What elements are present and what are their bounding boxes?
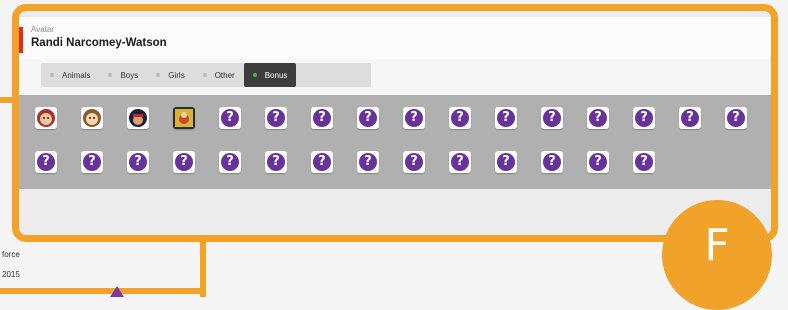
background-text-year: 2015 — [2, 270, 20, 279]
avatar-tile-locked[interactable]: ? — [357, 151, 379, 173]
avatar-tile-unlocked[interactable] — [81, 107, 103, 129]
question-mark-icon: ? — [313, 153, 331, 171]
avatar-category-tabs: Animals Boys Girls Other Bonus — [41, 63, 371, 87]
tab-bonus[interactable]: Bonus — [243, 63, 297, 87]
question-mark-icon: ? — [221, 109, 239, 127]
background-triangle-marker — [110, 286, 124, 297]
tab-dot-icon — [156, 73, 161, 77]
avatar-label: Avatar — [31, 25, 54, 34]
tab-label: Boys — [120, 70, 139, 80]
user-name: Randi Narcomey-Watson — [31, 37, 167, 49]
character-face-icon — [129, 109, 147, 127]
question-mark-icon: ? — [589, 153, 607, 171]
avatar-tile-locked[interactable]: ? — [449, 107, 471, 129]
question-mark-icon: ? — [175, 153, 193, 171]
tab-zone: Animals Boys Girls Other Bonus — [19, 59, 771, 95]
question-mark-icon: ? — [497, 109, 515, 127]
avatar-tile-locked[interactable]: ? — [403, 107, 425, 129]
question-mark-icon: ? — [497, 153, 515, 171]
tab-active-dot-icon — [252, 73, 257, 77]
avatar-tile-locked[interactable]: ? — [81, 151, 103, 173]
avatar-grid: ? ? ? ? ? ? ? ? ? ? ? ? ? ? ? ? ? ? ? ? … — [19, 95, 771, 189]
tab-dot-icon — [50, 73, 54, 77]
question-mark-icon: ? — [267, 109, 285, 127]
question-mark-icon: ? — [267, 153, 285, 171]
avatar-tile-locked[interactable]: ? — [311, 151, 333, 173]
question-mark-icon: ? — [359, 109, 377, 127]
avatar-tile-unlocked[interactable] — [173, 107, 195, 129]
callout-connector-bottom-h — [0, 288, 206, 294]
character-face-icon — [37, 109, 55, 127]
question-mark-icon: ? — [83, 153, 101, 171]
tab-dot-icon — [108, 73, 113, 77]
question-mark-icon: ? — [313, 109, 331, 127]
avatar-selection-panel: Avatar Randi Narcomey-Watson Animals Boy… — [12, 4, 778, 242]
tab-other[interactable]: Other — [194, 63, 244, 87]
avatar-tile-unlocked[interactable] — [127, 107, 149, 129]
header-accent-bar — [19, 27, 23, 53]
avatar-tile-locked[interactable]: ? — [35, 151, 57, 173]
question-mark-icon: ? — [727, 109, 745, 127]
avatar-tile-locked[interactable]: ? — [495, 107, 517, 129]
profile-header: Avatar Randi Narcomey-Watson — [19, 17, 771, 61]
tab-animals[interactable]: Animals — [41, 63, 99, 87]
question-mark-icon: ? — [359, 153, 377, 171]
avatar-tile-locked[interactable]: ? — [587, 107, 609, 129]
avatar-tile-locked[interactable]: ? — [679, 107, 701, 129]
tab-boys[interactable]: Boys — [99, 63, 147, 87]
avatar-tile-locked[interactable]: ? — [449, 151, 471, 173]
tab-dot-icon — [202, 73, 207, 77]
question-mark-icon: ? — [129, 153, 147, 171]
question-mark-icon: ? — [681, 109, 699, 127]
background-text-force: force — [2, 250, 20, 259]
tab-label: Other — [214, 70, 235, 80]
tab-girls[interactable]: Girls — [147, 63, 193, 87]
avatar-tile-locked[interactable]: ? — [219, 151, 241, 173]
question-mark-icon: ? — [405, 153, 423, 171]
character-face-icon — [83, 109, 101, 127]
avatar-tile-locked[interactable]: ? — [633, 107, 655, 129]
question-mark-icon: ? — [635, 109, 653, 127]
avatar-tile-locked[interactable]: ? — [541, 107, 563, 129]
question-mark-icon: ? — [405, 109, 423, 127]
question-mark-icon: ? — [37, 153, 55, 171]
tab-label: Bonus — [264, 70, 288, 80]
avatar-tile-unlocked[interactable] — [35, 107, 57, 129]
callout-label-badge: F — [662, 200, 772, 310]
character-face-icon — [175, 109, 193, 127]
avatar-tile-locked[interactable]: ? — [357, 107, 379, 129]
avatar-tile-locked[interactable]: ? — [265, 107, 287, 129]
avatar-tile-locked[interactable]: ? — [219, 107, 241, 129]
avatar-tile-locked[interactable]: ? — [495, 151, 517, 173]
avatar-tile-locked[interactable]: ? — [403, 151, 425, 173]
tab-label: Girls — [168, 70, 185, 80]
avatar-tile-locked[interactable]: ? — [265, 151, 287, 173]
question-mark-icon: ? — [589, 109, 607, 127]
avatar-tile-locked[interactable]: ? — [725, 107, 747, 129]
question-mark-icon: ? — [635, 153, 653, 171]
question-mark-icon: ? — [221, 153, 239, 171]
avatar-tile-locked[interactable]: ? — [587, 151, 609, 173]
avatar-tile-locked[interactable]: ? — [127, 151, 149, 173]
question-mark-icon: ? — [543, 109, 561, 127]
question-mark-icon: ? — [543, 153, 561, 171]
avatar-tile-locked[interactable]: ? — [173, 151, 195, 173]
avatar-tile-locked[interactable]: ? — [633, 151, 655, 173]
avatar-tile-locked[interactable]: ? — [541, 151, 563, 173]
avatar-tile-locked[interactable]: ? — [311, 107, 333, 129]
question-mark-icon: ? — [451, 153, 469, 171]
question-mark-icon: ? — [451, 109, 469, 127]
tab-label: Animals — [62, 70, 91, 80]
